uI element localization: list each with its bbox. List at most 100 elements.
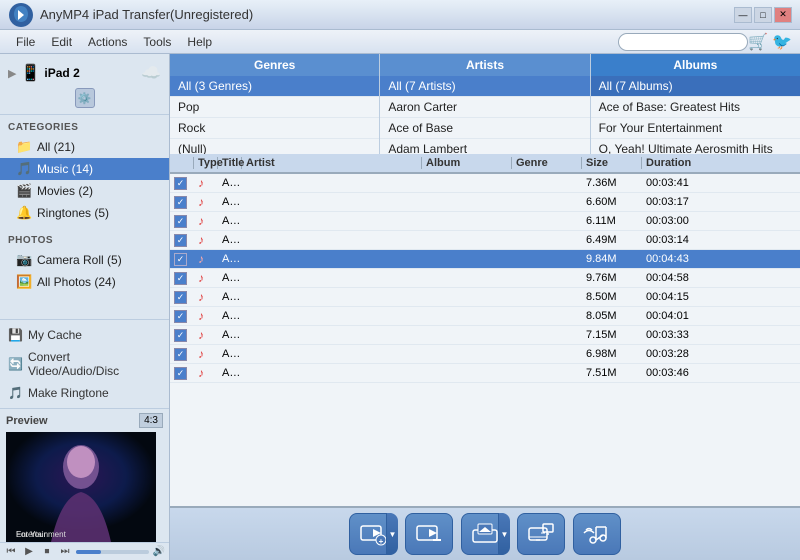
- table-header: Type Title Artist Album Genre Size Durat…: [170, 154, 800, 174]
- my-cache-tool[interactable]: 💾 My Cache: [0, 324, 169, 346]
- bird-icon[interactable]: 🐦: [772, 32, 792, 52]
- menu-bar: File Edit Actions Tools Help 🛒 🐦: [0, 30, 800, 54]
- search-input[interactable]: [618, 33, 748, 51]
- preview-ratio[interactable]: 4:3: [139, 413, 163, 428]
- cloud-upload-icon[interactable]: ☁️: [141, 63, 161, 83]
- menu-tools[interactable]: Tools: [135, 33, 179, 51]
- table-row[interactable]: ♪ Aaron.Carter.-.Oh.Aaron.(fe... 6.60M 0…: [170, 193, 800, 212]
- row-type: ♪: [194, 195, 218, 209]
- remove-from-device-button[interactable]: [405, 513, 453, 555]
- table-row[interactable]: ♪ Air.Supply.-.Every.Woman.In.... 6.98M …: [170, 345, 800, 364]
- artist-aaron[interactable]: Aaron Carter: [380, 97, 589, 118]
- table-row[interactable]: ♪ Aerosmith.-.I.Don't.Want.to... 9.76M 0…: [170, 269, 800, 288]
- volume-icon[interactable]: 🔊: [153, 546, 165, 557]
- row-title: Aaron.Carter.-.I'm.All.About...: [218, 177, 242, 189]
- album-ace[interactable]: Ace of Base: Greatest Hits: [591, 97, 800, 118]
- app-title: AnyMP4 iPad Transfer(Unregistered): [40, 7, 734, 22]
- export-dropdown-arrow[interactable]: ▼: [498, 513, 510, 555]
- col-check: [170, 157, 194, 169]
- cart-icon[interactable]: 🛒: [748, 32, 768, 52]
- row-size: 9.84M: [582, 253, 642, 265]
- row-check[interactable]: [170, 215, 194, 228]
- menu-file[interactable]: File: [8, 33, 43, 51]
- play-button[interactable]: ▶: [22, 546, 36, 557]
- sidebar-item-all-photos[interactable]: 🖼️ All Photos (24): [0, 271, 169, 293]
- table-row[interactable]: ♪ Air.Supply.-.Here.I.Am.(Just.... 7.51M…: [170, 364, 800, 383]
- album-aerosmith[interactable]: O, Yeah! Ultimate Aerosmith Hits: [591, 139, 800, 154]
- table-row[interactable]: ♪ Ace.of.Base.-.Beautiful.Morni... 6.11M…: [170, 212, 800, 231]
- genre-pop[interactable]: Pop: [170, 97, 379, 118]
- artist-all[interactable]: All (7 Artists): [380, 76, 589, 97]
- row-check[interactable]: [170, 196, 194, 209]
- row-check[interactable]: [170, 329, 194, 342]
- app-logo: [8, 2, 34, 28]
- sidebar-item-ringtones[interactable]: 🔔 Ringtones (5): [0, 202, 169, 224]
- row-duration: 00:03:28: [642, 348, 697, 360]
- table-row[interactable]: ♪ Agnes.-.Release.Me.(Acousti... 8.50M 0…: [170, 288, 800, 307]
- prev-button[interactable]: ⏮: [4, 546, 18, 557]
- ringtone-make-icon: 🎵: [8, 386, 23, 400]
- menu-help[interactable]: Help: [179, 33, 220, 51]
- table-row[interactable]: ♪ Adam.Lambert.-.Time.for.Mir... 9.84M 0…: [170, 250, 800, 269]
- table-row[interactable]: ♪ Ace.of.Base.-.Unspeakable 6.49M 00:03:…: [170, 231, 800, 250]
- genres-list: All (3 Genres) Pop Rock (Null): [170, 76, 379, 154]
- settings-button[interactable]: ⚙️: [75, 88, 95, 108]
- artists-list: All (7 Artists) Aaron Carter Ace of Base…: [380, 76, 589, 154]
- row-check[interactable]: [170, 310, 194, 323]
- row-duration: 00:04:01: [642, 310, 697, 322]
- genre-rock[interactable]: Rock: [170, 118, 379, 139]
- convert-icon: 🔄: [8, 357, 23, 371]
- table-row[interactable]: ♪ Aaron.Carter.-.I'm.All.About... 7.36M …: [170, 174, 800, 193]
- row-check[interactable]: [170, 291, 194, 304]
- menu-edit[interactable]: Edit: [43, 33, 80, 51]
- audio-convert-button[interactable]: [573, 513, 621, 555]
- close-button[interactable]: ✕: [774, 7, 792, 23]
- title-bar: AnyMP4 iPad Transfer(Unregistered) — □ ✕: [0, 0, 800, 30]
- table-row[interactable]: ♪ Air.Supply.-.Chances.(Remast... 7.15M …: [170, 326, 800, 345]
- genre-null[interactable]: (Null): [170, 139, 379, 154]
- row-type: ♪: [194, 366, 218, 380]
- row-check[interactable]: [170, 272, 194, 285]
- device-name: iPad 2: [44, 66, 79, 80]
- row-title: Air.Supply.-.Every.Woman.In....: [218, 348, 242, 360]
- sidebar-item-camera-roll[interactable]: 📷 Camera Roll (5): [0, 249, 169, 271]
- transfer-to-computer-button[interactable]: [517, 513, 565, 555]
- artist-ace[interactable]: Ace of Base: [380, 118, 589, 139]
- row-check[interactable]: [170, 253, 194, 266]
- folder-icon: 📁: [16, 139, 32, 155]
- album-all[interactable]: All (7 Albums): [591, 76, 800, 97]
- progress-slider[interactable]: [76, 550, 149, 554]
- row-size: 6.11M: [582, 215, 642, 227]
- row-title: Ace.of.Base.-.Beautiful.Morni...: [218, 215, 242, 227]
- maximize-button[interactable]: □: [754, 7, 772, 23]
- row-duration: 00:04:58: [642, 272, 697, 284]
- col-title: Title: [218, 157, 242, 169]
- row-type: ♪: [194, 309, 218, 323]
- movie-icon: 🎬: [16, 183, 32, 199]
- row-check[interactable]: [170, 177, 194, 190]
- row-title: Aaron.Carter.-.Oh.Aaron.(fe...: [218, 196, 242, 208]
- row-size: 6.98M: [582, 348, 642, 360]
- ringtone-tool[interactable]: 🎵 Make Ringtone: [0, 382, 169, 404]
- table-row[interactable]: ♪ Air.Supply.-.All.Out.of.Love 8.05M 00:…: [170, 307, 800, 326]
- genre-all[interactable]: All (3 Genres): [170, 76, 379, 97]
- row-check[interactable]: [170, 348, 194, 361]
- row-check[interactable]: [170, 234, 194, 247]
- menu-actions[interactable]: Actions: [80, 33, 135, 51]
- artist-adam[interactable]: Adam Lambert: [380, 139, 589, 154]
- minimize-button[interactable]: —: [734, 7, 752, 23]
- photos-header: PHOTOS: [0, 232, 169, 249]
- row-check[interactable]: [170, 367, 194, 380]
- stop-button[interactable]: ⏹: [40, 546, 54, 557]
- albums-column: Albums All (7 Albums) Ace of Base: Great…: [591, 54, 800, 154]
- convert-tool[interactable]: 🔄 Convert Video/Audio/Disc: [0, 346, 169, 382]
- sidebar-item-movies[interactable]: 🎬 Movies (2): [0, 180, 169, 202]
- window-controls: — □ ✕: [734, 7, 792, 23]
- row-duration: 00:03:00: [642, 215, 697, 227]
- album-fye[interactable]: For Your Entertainment: [591, 118, 800, 139]
- sidebar-item-all[interactable]: 📁 All (21): [0, 136, 169, 158]
- genres-column: Genres All (3 Genres) Pop Rock (Null): [170, 54, 380, 154]
- add-dropdown-arrow[interactable]: ▼: [386, 513, 398, 555]
- next-button[interactable]: ⏭: [58, 546, 72, 557]
- sidebar-item-music[interactable]: 🎵 Music (14): [0, 158, 169, 180]
